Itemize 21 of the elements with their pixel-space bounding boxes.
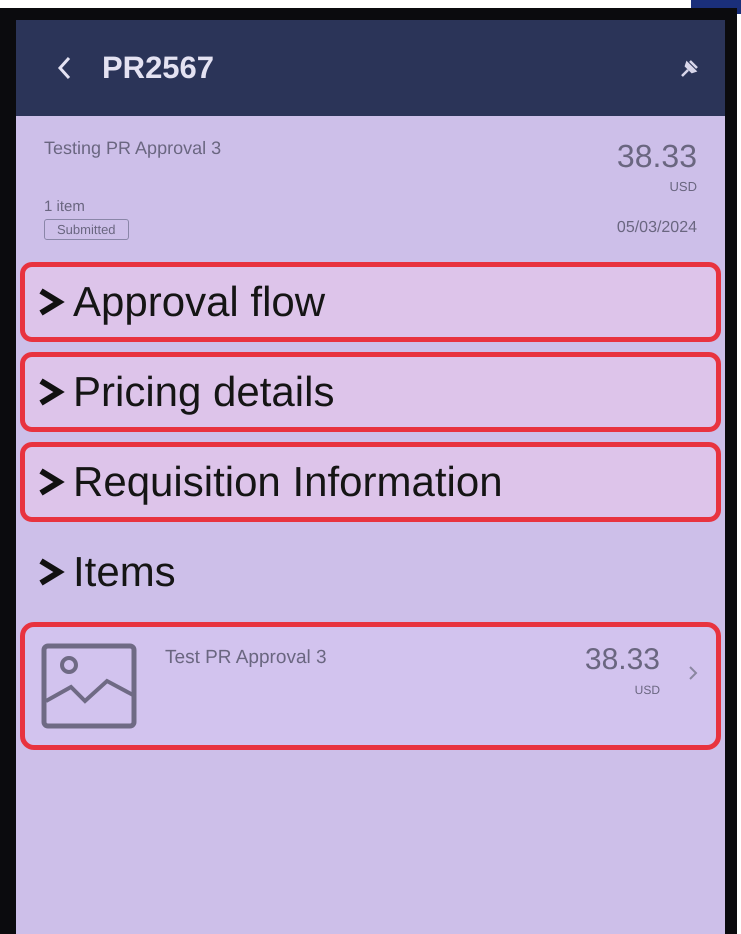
section-header[interactable]: Pricing details — [20, 352, 721, 432]
back-icon[interactable] — [56, 55, 72, 81]
request-title: Testing PR Approval 3 — [44, 138, 222, 160]
request-date: 05/03/2024 — [616, 219, 697, 238]
currency-label: USD — [670, 179, 697, 194]
section-label: Approval flow — [73, 278, 326, 326]
item-count: 1 item — [44, 198, 85, 215]
item-name: Test PR Approval 3 — [165, 646, 328, 669]
image-placeholder-icon — [41, 643, 137, 729]
status-badge: Submitted — [44, 219, 129, 240]
section-label: Items — [73, 548, 176, 596]
total-amount: 38.33 — [616, 138, 697, 175]
section-header[interactable]: Approval flow — [20, 262, 721, 342]
section-header[interactable]: Items — [20, 532, 721, 612]
section-label: Requisition Information — [73, 458, 503, 506]
page-title: PR2567 — [102, 50, 216, 86]
item-currency: USD — [634, 683, 660, 697]
item-amount: 38.33 — [584, 643, 660, 677]
section-label: Pricing details — [73, 368, 334, 416]
section-header[interactable]: Requisition Information — [20, 442, 721, 522]
chevron-right-icon — [688, 665, 698, 681]
